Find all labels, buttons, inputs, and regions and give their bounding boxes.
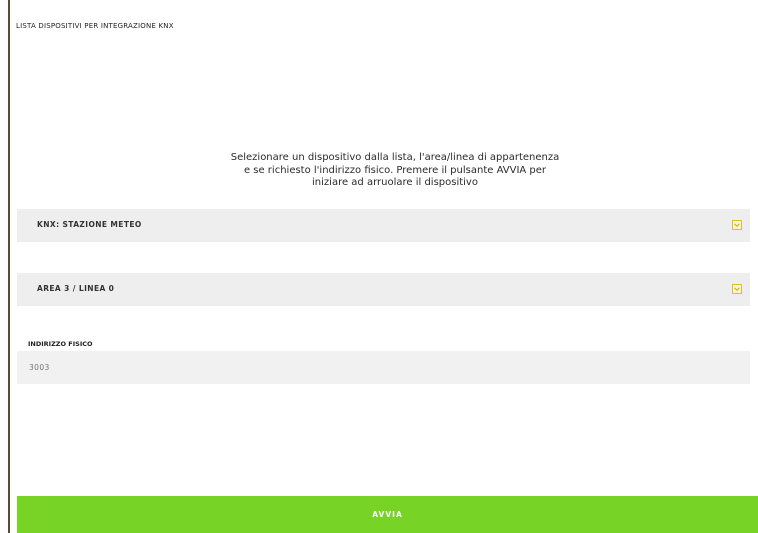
device-select-value: KNX: STAZIONE METEO <box>37 220 142 229</box>
knx-integration-page: LISTA DISPOSITIVI PER INTEGRAZIONE KNX S… <box>0 0 758 533</box>
page-title: LISTA DISPOSITIVI PER INTEGRAZIONE KNX <box>16 22 174 30</box>
chevron-down-icon[interactable] <box>732 220 742 230</box>
start-button[interactable]: AVVIA <box>17 496 758 533</box>
physical-address-input[interactable]: 3003 <box>17 351 750 384</box>
left-border-rule <box>8 0 10 533</box>
instructions-text: Selezionare un dispositivo dalla lista, … <box>160 152 630 190</box>
physical-address-label: INDIRIZZO FISICO <box>28 340 93 348</box>
instructions-line: Selezionare un dispositivo dalla lista, … <box>230 152 560 163</box>
chevron-down-icon[interactable] <box>732 284 742 294</box>
area-line-select[interactable]: AREA 3 / LINEA 0 <box>17 273 750 306</box>
area-select-value: AREA 3 / LINEA 0 <box>37 284 115 293</box>
device-select[interactable]: KNX: STAZIONE METEO <box>17 209 750 242</box>
instructions-line: iniziare ad arruolare il dispositivo <box>312 177 478 188</box>
instructions-line: e se richiesto l'indirizzo fisico. Preme… <box>243 164 547 176</box>
